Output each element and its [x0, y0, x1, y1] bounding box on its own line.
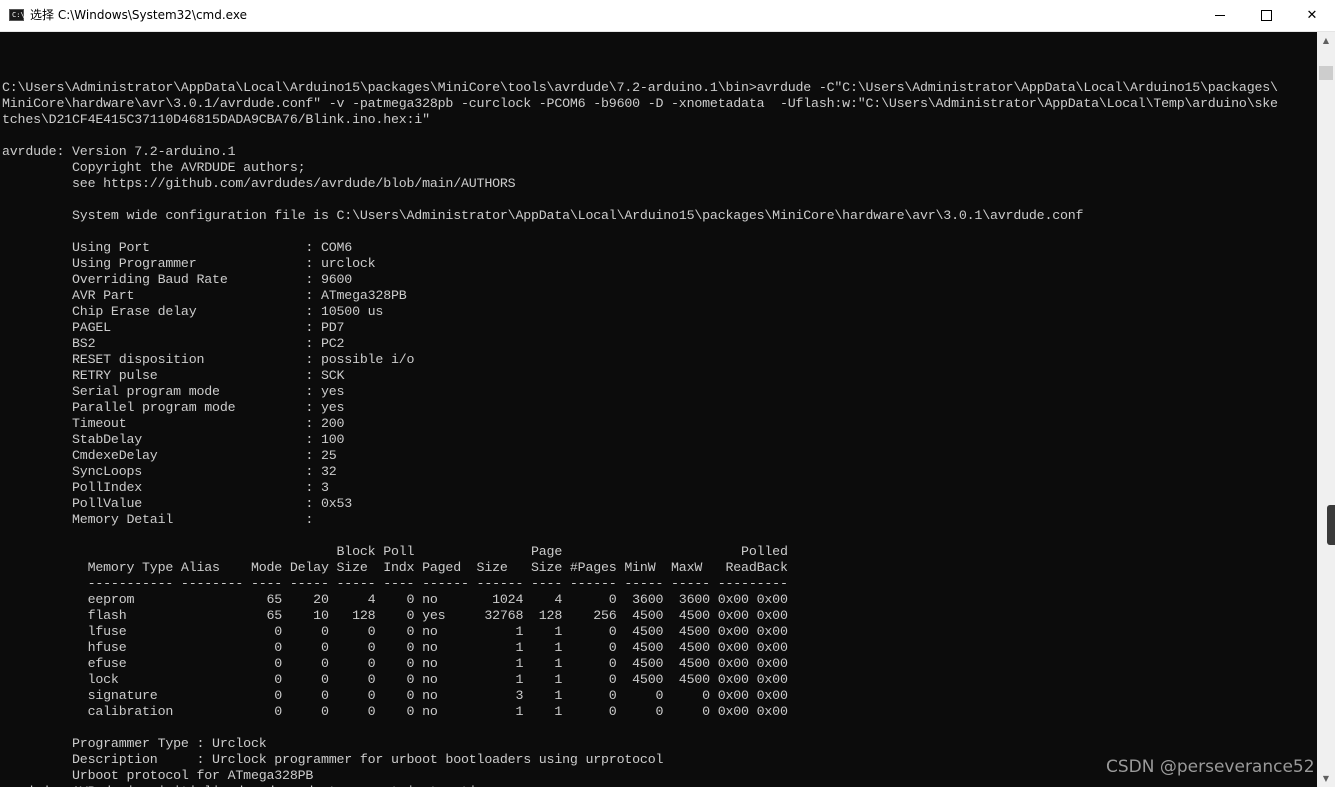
window-title: 选择 C:\Windows\System32\cmd.exe [30, 8, 247, 22]
console-line: BS2 : PC2 [2, 336, 345, 351]
title-bar[interactable]: C:\ 选择 C:\Windows\System32\cmd.exe ✕ [0, 0, 1335, 32]
console-line: Urboot protocol for ATmega328PB [2, 768, 314, 783]
maximize-button[interactable] [1243, 0, 1289, 31]
close-icon: ✕ [1306, 8, 1318, 23]
cmd-app-icon[interactable]: C:\ [9, 9, 25, 21]
console-line: tches\D21CF4E415C37110D46815DADA9CBA76/B… [2, 112, 430, 127]
close-button[interactable]: ✕ [1289, 0, 1335, 31]
scroll-thumb[interactable] [1319, 66, 1333, 80]
console-line: Chip Erase delay : 10500 us [2, 304, 384, 319]
console-line: RETRY pulse : SCK [2, 368, 345, 383]
console-line: PAGEL : PD7 [2, 320, 345, 335]
console-line: calibration 0 0 0 0 no 1 1 0 0 0 0x00 0x… [2, 704, 788, 719]
console-line: Using Port : COM6 [2, 240, 353, 255]
console-line: lock 0 0 0 0 no 1 1 0 4500 4500 0x00 0x0… [2, 672, 788, 687]
console-line: eeprom 65 20 4 0 no 1024 4 0 3600 3600 0… [2, 592, 788, 607]
scroll-up-arrow-icon[interactable]: ▲ [1317, 32, 1335, 49]
console-line: CmdexeDelay : 25 [2, 448, 337, 463]
console-line: Overriding Baud Rate : 9600 [2, 272, 353, 287]
cmd-icon-label: C:\ [12, 11, 25, 19]
console-line: Serial program mode : yes [2, 384, 345, 399]
scroll-down-arrow-icon[interactable]: ▼ [1317, 770, 1335, 787]
console-line: SyncLoops : 32 [2, 464, 337, 479]
console-line: MiniCore\hardware\avr\3.0.1/avrdude.conf… [2, 96, 1278, 111]
side-panel-tab[interactable] [1327, 505, 1335, 545]
console-line: PollIndex : 3 [2, 480, 329, 495]
console-line: System wide configuration file is C:\Use… [2, 208, 1084, 223]
console-line: Using Programmer : urclock [2, 256, 376, 271]
console-line: Copyright the AVRDUDE authors; [2, 160, 306, 175]
console-line: Parallel program mode : yes [2, 400, 345, 415]
console-lines: C:\Users\Administrator\AppData\Local\Ard… [2, 64, 1278, 787]
console-line: AVR Part : ATmega328PB [2, 288, 407, 303]
console-line: Block Poll Page Polled [2, 544, 788, 559]
console-line: Memory Type Alias Mode Delay Size Indx P… [2, 560, 788, 575]
console-line: Programmer Type : Urclock [2, 736, 267, 751]
console-line: efuse 0 0 0 0 no 1 1 0 4500 4500 0x00 0x… [2, 656, 788, 671]
console-line: lfuse 0 0 0 0 no 1 1 0 4500 4500 0x00 0x… [2, 624, 788, 639]
console-line: Description : Urclock programmer for urb… [2, 752, 664, 767]
console-line: see https://github.com/avrdudes/avrdude/… [2, 176, 516, 191]
vertical-scrollbar[interactable]: ▲ ▼ [1317, 32, 1335, 787]
watermark: CSDN @perseverance52 [1106, 757, 1315, 777]
console-line: RESET disposition : possible i/o [2, 352, 415, 367]
console-line: C:\Users\Administrator\AppData\Local\Ard… [2, 80, 1278, 95]
console-line: ----------- -------- ---- ----- ----- --… [2, 576, 788, 591]
console-output[interactable]: C:\Users\Administrator\AppData\Local\Ard… [0, 32, 1317, 787]
console-line: avrdude: Version 7.2-arduino.1 [2, 144, 236, 159]
console-line: PollValue : 0x53 [2, 496, 353, 511]
console-line: Memory Detail : [2, 512, 314, 527]
console-line: signature 0 0 0 0 no 3 1 0 0 0 0x00 0x00 [2, 688, 788, 703]
console-line: hfuse 0 0 0 0 no 1 1 0 4500 4500 0x00 0x… [2, 640, 788, 655]
minimize-icon [1215, 15, 1225, 16]
console-line: StabDelay : 100 [2, 432, 345, 447]
maximize-icon [1260, 10, 1272, 21]
console-line: Timeout : 200 [2, 416, 345, 431]
console-line: flash 65 10 128 0 yes 32768 128 256 4500… [2, 608, 788, 623]
minimize-button[interactable] [1197, 0, 1243, 31]
